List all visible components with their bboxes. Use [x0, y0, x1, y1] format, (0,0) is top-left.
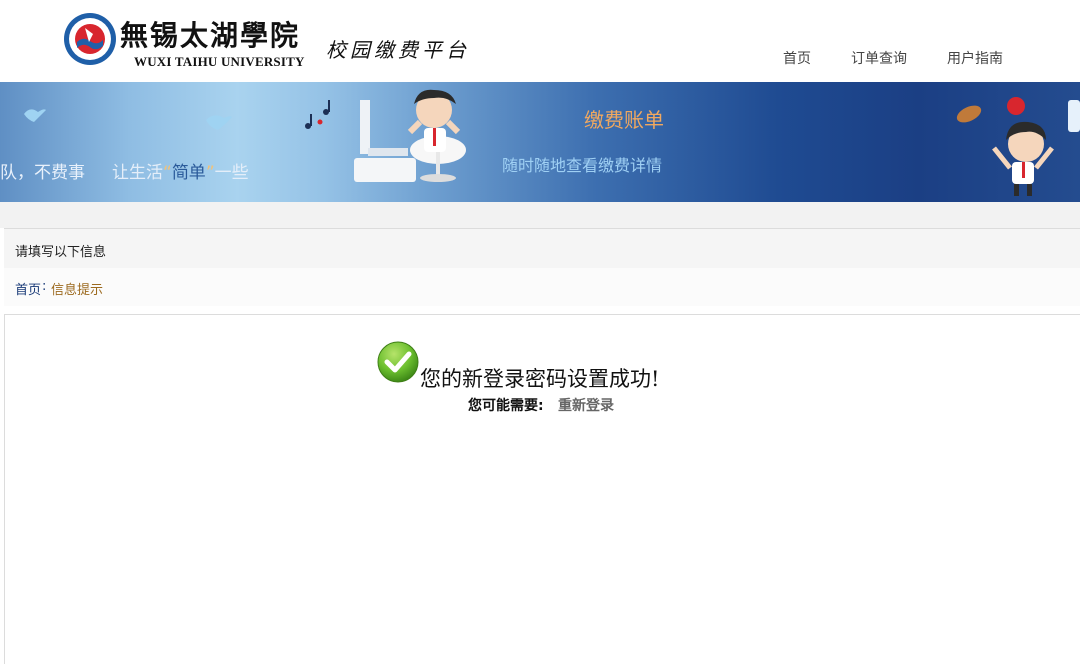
- university-emblem-icon: [64, 13, 116, 65]
- breadcrumb-separator: :: [42, 279, 47, 294]
- university-name-cn: 無锡太湖學院: [120, 19, 301, 52]
- panel-header: 请填写以下信息: [4, 228, 1080, 269]
- nav-home-link[interactable]: 首页: [783, 48, 811, 68]
- juggling-character-icon: [956, 97, 1080, 196]
- banner-slogan: 让生活“简单”一些: [112, 158, 249, 183]
- divider-strip: [0, 202, 1080, 228]
- breadcrumb-current: 信息提示: [51, 283, 104, 298]
- breadcrumb: 首页 : 信息提示: [4, 268, 1080, 306]
- check-icon: [377, 341, 419, 383]
- office-character-icon: [354, 89, 466, 182]
- nav-user-guide-link[interactable]: 用户指南: [947, 48, 1003, 68]
- slogan-prefix: 让生活: [112, 163, 163, 183]
- university-name-en: WUXI TAIHU UNIVERSITY: [134, 54, 305, 69]
- slogan-quote-close: ”: [205, 163, 215, 183]
- banner-title: 缴费账单: [584, 108, 664, 132]
- breadcrumb-home-link[interactable]: 首页: [15, 279, 41, 298]
- success-message: 您的新登录密码设置成功!: [420, 367, 660, 391]
- result-content: 您的新登录密码设置成功! 您可能需要: 重新登录: [4, 314, 1080, 664]
- hint-label: 您可能需要:: [468, 398, 544, 414]
- promo-banner: 队，不费事 让生活“简单”一些 缴费账单 随时随地查看缴费详情: [0, 82, 1080, 202]
- slogan-suffix: 一些: [214, 163, 249, 183]
- banner-subtitle: 随时随地查看缴费详情: [502, 156, 663, 175]
- site-header: 無锡太湖學院 WUXI TAIHU UNIVERSITY 校园缴费平台 首页 订…: [0, 0, 1080, 82]
- bird-icon: [24, 109, 232, 130]
- platform-name: 校园缴费平台: [326, 38, 470, 62]
- slogan-highlight: 简单: [171, 163, 206, 183]
- banner-slogan-left: 队，不费事: [0, 163, 85, 183]
- banner-illustration: [24, 89, 1080, 196]
- music-note-icon: [305, 100, 330, 129]
- slogan-quote-open: “: [163, 163, 172, 183]
- nav-order-query-link[interactable]: 订单查询: [851, 48, 907, 68]
- panel-title: 请填写以下信息: [15, 245, 107, 260]
- relogin-link[interactable]: 重新登录: [558, 395, 614, 415]
